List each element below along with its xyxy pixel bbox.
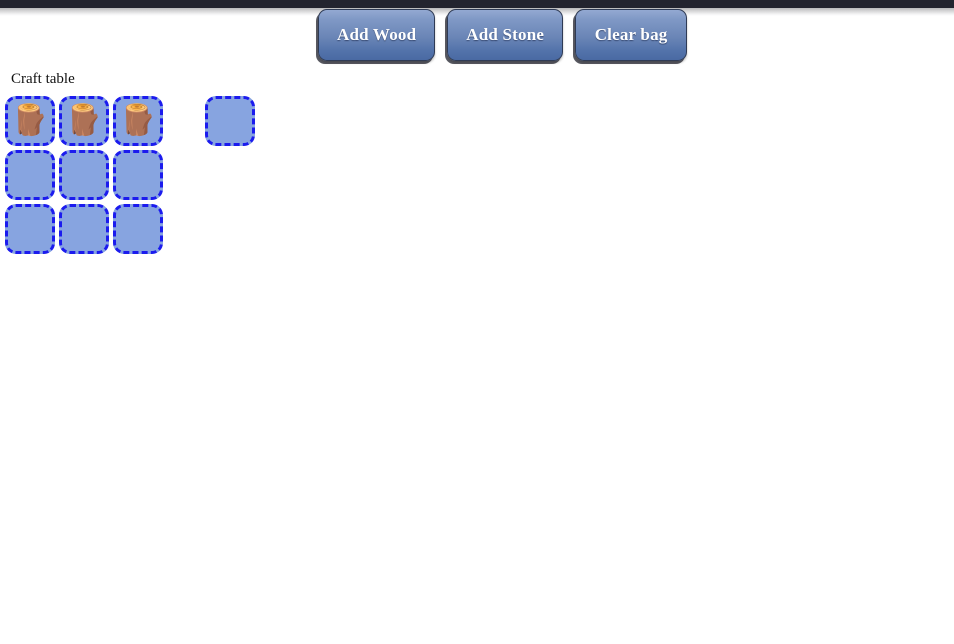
board-row: 🪵 🪵 🪵 <box>5 96 255 254</box>
craft-table-section: Craft table 🪵 🪵 🪵 <box>5 70 255 254</box>
bag-area <box>205 96 255 146</box>
craft-slot[interactable] <box>59 150 109 200</box>
bag-slot[interactable] <box>205 96 255 146</box>
clear-bag-button[interactable]: Clear bag <box>575 9 688 61</box>
add-wood-button[interactable]: Add Wood <box>318 9 436 61</box>
craft-table-label: Craft table <box>11 71 75 87</box>
craft-slot[interactable]: 🪵 <box>113 96 163 146</box>
add-stone-button[interactable]: Add Stone <box>447 9 564 61</box>
title-bar <box>0 0 954 8</box>
craft-slot[interactable] <box>5 204 55 254</box>
craft-slot[interactable] <box>59 204 109 254</box>
craft-slot[interactable] <box>5 150 55 200</box>
craft-slot[interactable]: 🪵 <box>5 96 55 146</box>
wood-log-icon: 🪵 <box>11 103 49 138</box>
craft-table-grid: 🪵 🪵 🪵 <box>5 96 163 254</box>
craft-slot[interactable] <box>113 150 163 200</box>
wood-log-icon: 🪵 <box>65 103 103 138</box>
action-toolbar: Add Wood Add Stone Clear bag <box>318 9 688 61</box>
craft-slot[interactable]: 🪵 <box>59 96 109 146</box>
craft-slot[interactable] <box>113 204 163 254</box>
wood-log-icon: 🪵 <box>119 103 157 138</box>
